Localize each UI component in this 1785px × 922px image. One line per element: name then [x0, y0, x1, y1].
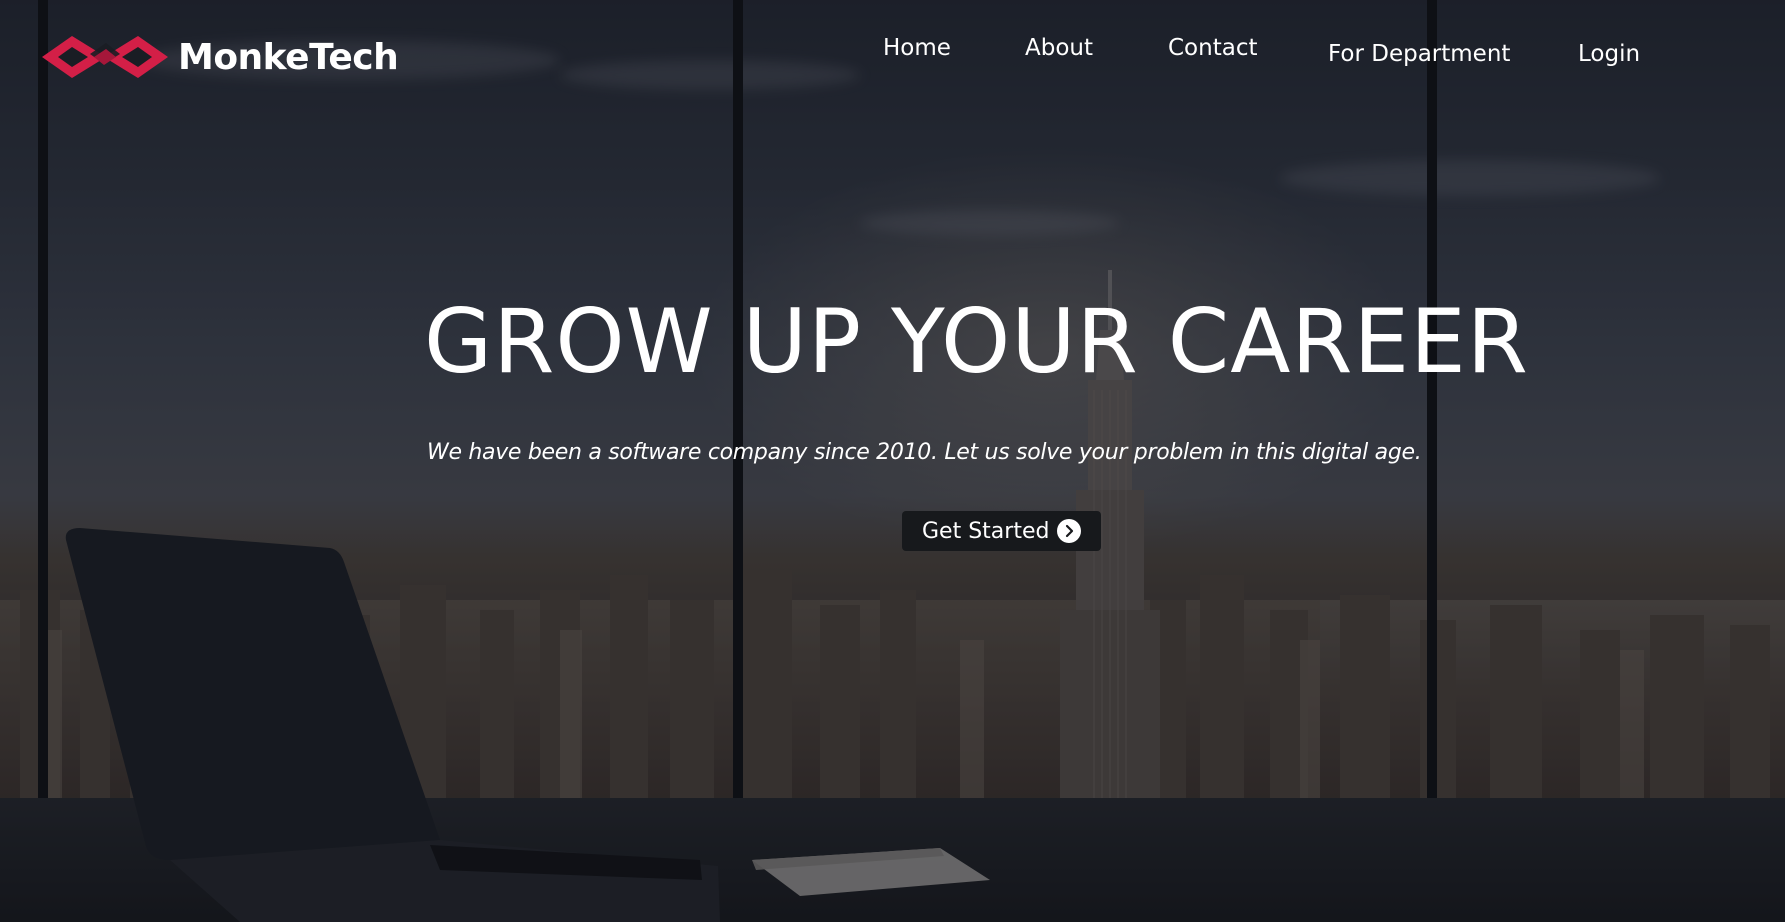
brand-logo-link[interactable]: MonkeTech — [42, 30, 399, 84]
hero-page: MonkeTech Home About Contact For Departm… — [0, 0, 1785, 922]
get-started-button[interactable]: Get Started — [902, 511, 1102, 551]
nav-link-for-department[interactable]: For Department — [1328, 41, 1510, 67]
hero-subtitle: We have been a software company since 20… — [427, 440, 1422, 465]
infinity-link-logo-icon — [42, 36, 168, 78]
nav-link-about[interactable]: About — [1025, 35, 1093, 61]
top-navbar: MonkeTech Home About Contact For Departm… — [0, 0, 1785, 110]
nav-link-contact[interactable]: Contact — [1168, 35, 1257, 61]
chevron-right-circle-icon — [1057, 519, 1082, 543]
brand-name: MonkeTech — [178, 36, 399, 78]
nav-link-login[interactable]: Login — [1578, 41, 1640, 67]
get-started-label: Get Started — [922, 518, 1050, 544]
hero-title: GROW UP YOUR CAREER — [424, 290, 1529, 393]
nav-link-home[interactable]: Home — [883, 35, 951, 61]
